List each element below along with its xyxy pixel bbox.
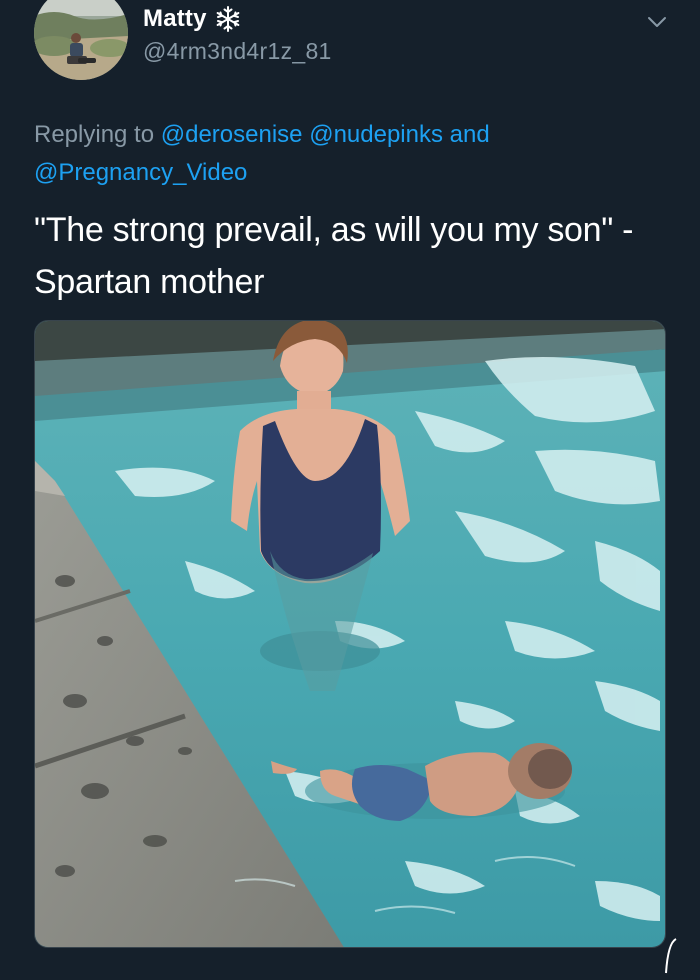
- tweet-author-header[interactable]: Matty @4rm3nd4r1z_81: [143, 0, 332, 65]
- mention-link[interactable]: @Pregnancy_Video: [34, 159, 247, 186]
- tweet: Matty @4rm3nd4r1z_81 Replying to @derose…: [0, 0, 700, 975]
- mention-link[interactable]: @derosenise: [161, 121, 303, 148]
- avatar[interactable]: [34, 0, 128, 80]
- reply-context: Replying to @derosenise @nudepinks and @…: [34, 116, 634, 192]
- tweet-text: "The strong prevail, as will you my son"…: [34, 211, 634, 301]
- partial-next-element: [660, 935, 680, 975]
- chevron-down-icon[interactable]: [645, 10, 669, 34]
- avatar-image: [34, 0, 128, 80]
- tweet-media-image[interactable]: [34, 320, 666, 948]
- user-handle[interactable]: @4rm3nd4r1z_81: [143, 38, 332, 65]
- display-name-row: Matty: [143, 0, 332, 38]
- reply-prefix: Replying to: [34, 121, 155, 148]
- snowflake-icon: [215, 6, 241, 32]
- reply-conjunction[interactable]: and: [450, 121, 490, 148]
- pool-photo: [35, 321, 665, 947]
- mention-link[interactable]: @nudepinks: [309, 121, 443, 148]
- display-name[interactable]: Matty: [143, 5, 207, 33]
